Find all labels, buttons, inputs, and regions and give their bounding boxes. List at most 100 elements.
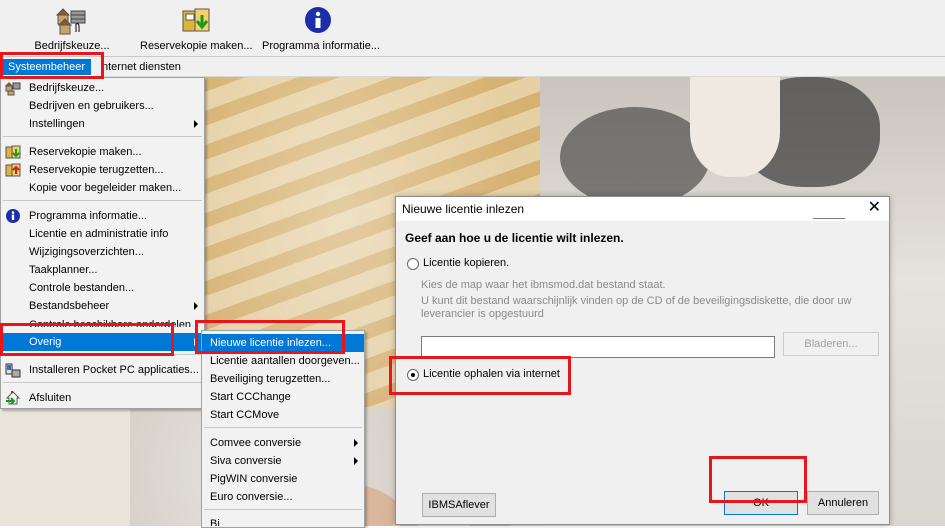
- menu-item-pocket-pc[interactable]: Installeren Pocket PC applicaties...: [1, 361, 204, 379]
- menu-item-pigwin-conversie[interactable]: PigWIN conversie: [202, 470, 364, 488]
- ibmsaflever-button[interactable]: IBMSAflever: [422, 493, 496, 517]
- option-internet-label[interactable]: Licentie ophalen via internet: [423, 368, 560, 380]
- menu-item-label: Nieuwe licentie inlezen...: [210, 337, 332, 349]
- info-icon: [5, 208, 21, 224]
- cow-patch: [560, 107, 710, 207]
- menu-item-reservekopie-terugzetten[interactable]: Reservekopie terugzetten...: [1, 161, 204, 179]
- submenu-arrow-icon: [354, 439, 358, 447]
- browse-button[interactable]: Bladeren...: [783, 332, 879, 356]
- menu-separator: [3, 354, 202, 355]
- menu-item-label: Licentie aantallen doorgeven...: [210, 355, 360, 367]
- menu-item-bedrijfskeuze[interactable]: Bedrijfskeuze...: [1, 79, 204, 97]
- menu-item-overig[interactable]: Overig: [1, 333, 204, 351]
- submenu-arrow-icon: [194, 302, 198, 310]
- license-dialog: Nieuwe licentie inlezen ✕ Geef aan hoe u…: [395, 196, 890, 525]
- menu-item-label: Euro conversie...: [210, 491, 293, 503]
- menu-item-wijzigingsoverzichten[interactable]: Wijzigingsoverzichten...: [1, 243, 204, 261]
- menu-item-start-ccmove[interactable]: Start CCMove: [202, 406, 364, 424]
- menu-item-label: Bi: [210, 518, 220, 526]
- pocket-pc-icon: [5, 362, 21, 378]
- radio-licentie-kopieren[interactable]: [407, 258, 419, 270]
- titlebar-line: [813, 218, 845, 219]
- menu-item-label: Programma informatie...: [29, 210, 147, 222]
- backup-icon: [5, 144, 21, 160]
- menu-separator: [3, 382, 202, 383]
- menu-item-label: Start CCChange: [210, 391, 291, 403]
- menu-item-partial[interactable]: Bi: [202, 515, 364, 526]
- menu-item-afsluiten[interactable]: Afsluiten: [1, 389, 204, 407]
- toolbar-backup-label: Reservekopie maken...: [140, 40, 253, 52]
- toolbar-backup-button[interactable]: Reservekopie maken...: [140, 3, 253, 55]
- menubar: Systeembeheer nternet diensten: [0, 57, 945, 77]
- company-select-icon: [5, 80, 21, 96]
- menu-item-label: Controle bestanden...: [29, 282, 135, 294]
- menu-item-label: Wijzigingsoverzichten...: [29, 246, 144, 258]
- toolbar-company-select-label: Bedrijfskeuze...: [34, 40, 110, 52]
- menu-systeembeheer[interactable]: Systeembeheer: [2, 59, 92, 75]
- submenu-arrow-icon: [194, 120, 198, 128]
- toolbar: Bedrijfskeuze... Reservekopie maken... P…: [0, 0, 945, 57]
- menu-item-label: Controle beschikbare onderdelen...: [29, 319, 201, 327]
- hint-text-3: leverancier is opgestuurd: [421, 308, 544, 320]
- menu-item-label: Instellingen: [29, 118, 85, 130]
- menu-item-controle-onderdelen[interactable]: Controle beschikbare onderdelen...: [1, 315, 204, 327]
- menu-item-siva-conversie[interactable]: Siva conversie: [202, 452, 364, 470]
- menu-item-label: Comvee conversie: [210, 437, 302, 449]
- exit-icon: [5, 390, 21, 406]
- menu-item-taakplanner[interactable]: Taakplanner...: [1, 261, 204, 279]
- menu-separator: [3, 136, 202, 137]
- menu-item-label: Overig: [29, 336, 62, 348]
- overig-submenu: Nieuwe licentie inlezen... Licentie aant…: [201, 330, 365, 528]
- menu-item-label: Bedrijven en gebruikers...: [29, 100, 154, 112]
- radio-licentie-internet[interactable]: [407, 369, 419, 381]
- cow-head: [690, 77, 780, 177]
- path-input[interactable]: [421, 336, 775, 358]
- menu-internet-diensten[interactable]: nternet diensten: [96, 59, 187, 75]
- menu-separator: [204, 509, 362, 510]
- menu-item-label: Installeren Pocket PC applicaties...: [29, 364, 199, 376]
- dialog-title: Nieuwe licentie inlezen: [402, 202, 525, 216]
- menu-item-instellingen[interactable]: Instellingen: [1, 115, 204, 133]
- menu-item-label: Bedrijfskeuze...: [29, 82, 105, 94]
- toolbar-info-button[interactable]: Programma informatie...: [262, 3, 380, 55]
- systeembeheer-menu: Bedrijfskeuze... Bedrijven en gebruikers…: [0, 77, 205, 409]
- ok-button[interactable]: OK: [724, 491, 798, 515]
- toolbar-info-label: Programma informatie...: [262, 40, 380, 52]
- menu-item-label: Afsluiten: [29, 392, 72, 404]
- menu-item-label: Siva conversie: [210, 455, 282, 467]
- menu-item-label: Licentie en administratie info: [29, 228, 169, 240]
- menu-item-label: Taakplanner...: [29, 264, 98, 276]
- dialog-titlebar: Nieuwe licentie inlezen ✕: [396, 197, 889, 221]
- menu-item-label: Bestandsbeheer: [29, 300, 110, 312]
- hint-text-2: U kunt dit bestand waarschijnlijk vinden…: [421, 295, 852, 307]
- menu-item-label: Kopie voor begeleider maken...: [29, 182, 182, 194]
- menu-separator: [204, 427, 362, 428]
- menu-item-beveiliging-terugzetten[interactable]: Beveiliging terugzetten...: [202, 370, 364, 388]
- menu-item-start-ccchange[interactable]: Start CCChange: [202, 388, 364, 406]
- option-copy-label[interactable]: Licentie kopieren.: [423, 257, 509, 269]
- menu-item-licentie-aantallen[interactable]: Licentie aantallen doorgeven...: [202, 352, 364, 370]
- toolbar-company-select-button[interactable]: Bedrijfskeuze...: [34, 3, 110, 55]
- menu-item-licentie-info[interactable]: Licentie en administratie info: [1, 225, 204, 243]
- backup-icon: [180, 5, 212, 37]
- info-icon: [302, 5, 334, 37]
- submenu-arrow-icon: [354, 457, 358, 465]
- menu-item-programma-informatie[interactable]: Programma informatie...: [1, 207, 204, 225]
- menu-item-comvee-conversie[interactable]: Comvee conversie: [202, 434, 364, 452]
- cancel-button[interactable]: Annuleren: [807, 491, 879, 515]
- menu-item-controle-bestanden[interactable]: Controle bestanden...: [1, 279, 204, 297]
- dialog-body: Geef aan hoe u de licentie wilt inlezen.…: [396, 221, 889, 524]
- menu-item-nieuwe-licentie[interactable]: Nieuwe licentie inlezen...: [202, 334, 364, 352]
- menu-item-label: Beveiliging terugzetten...: [210, 373, 331, 385]
- menu-item-bedrijven-gebruikers[interactable]: Bedrijven en gebruikers...: [1, 97, 204, 115]
- submenu-arrow-icon: [194, 338, 198, 346]
- menu-item-kopie-begeleider[interactable]: Kopie voor begeleider maken...: [1, 179, 204, 197]
- menu-item-label: PigWIN conversie: [210, 473, 298, 485]
- close-icon[interactable]: ✕: [868, 200, 881, 216]
- menu-item-reservekopie-maken[interactable]: Reservekopie maken...: [1, 143, 204, 161]
- menu-item-label: Reservekopie maken...: [29, 146, 142, 158]
- company-select-icon: [55, 5, 88, 37]
- menu-item-euro-conversie[interactable]: Euro conversie...: [202, 488, 364, 506]
- menu-item-bestandsbeheer[interactable]: Bestandsbeheer: [1, 297, 204, 315]
- menu-item-label: Reservekopie terugzetten...: [29, 164, 164, 176]
